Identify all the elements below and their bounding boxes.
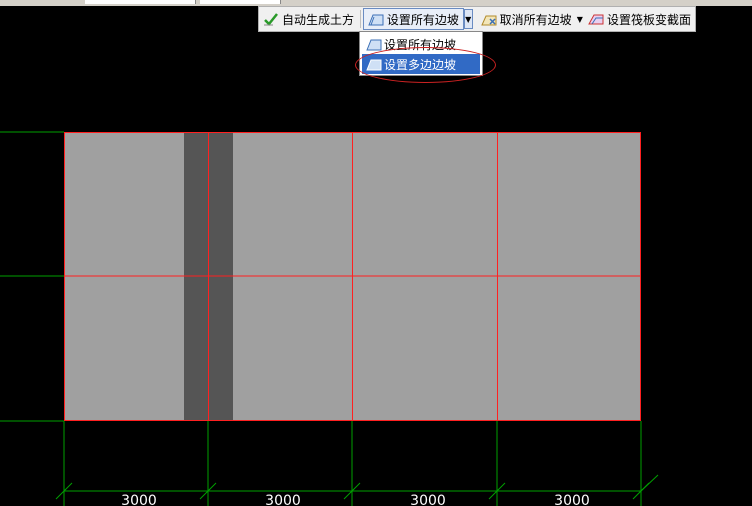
dimension-label: 3000 [554, 493, 590, 506]
cancel-dropdown-arrow[interactable]: ▼ [576, 9, 584, 29]
dimension-label: 3000 [121, 493, 157, 506]
auto-earthwork-button[interactable]: 自动生成土方 [259, 8, 358, 30]
toolbar-separator [360, 10, 361, 28]
slope-icon [366, 39, 382, 51]
cancel-all-slopes-label: 取消所有边坡 [499, 12, 572, 27]
dimension-label: 3000 [410, 493, 446, 506]
set-raft-section-button[interactable]: 设置筏板变截面 [584, 8, 695, 30]
raft-section-icon [588, 14, 604, 25]
cancel-slope-icon [480, 15, 497, 26]
set-raft-section-label: 设置筏板变截面 [606, 12, 691, 27]
annotation-ellipse [355, 47, 496, 83]
set-all-slopes-button[interactable]: 设置所有边坡 [362, 8, 464, 30]
set-all-slopes-label: 设置所有边坡 [386, 12, 459, 27]
dimension-label: 3000 [265, 493, 301, 506]
cancel-all-slopes-button[interactable]: 取消所有边坡 [477, 8, 576, 30]
slopes-dropdown-arrow[interactable]: ▼ [463, 9, 473, 29]
earthwork-toolbar: 自动生成土方 设置所有边坡 ▼ 取消所有边坡 ▼ 设置筏板变截面 [258, 6, 696, 32]
checkmark-icon [264, 13, 278, 26]
slope-icon [368, 14, 384, 26]
auto-earthwork-label: 自动生成土方 [282, 12, 355, 27]
